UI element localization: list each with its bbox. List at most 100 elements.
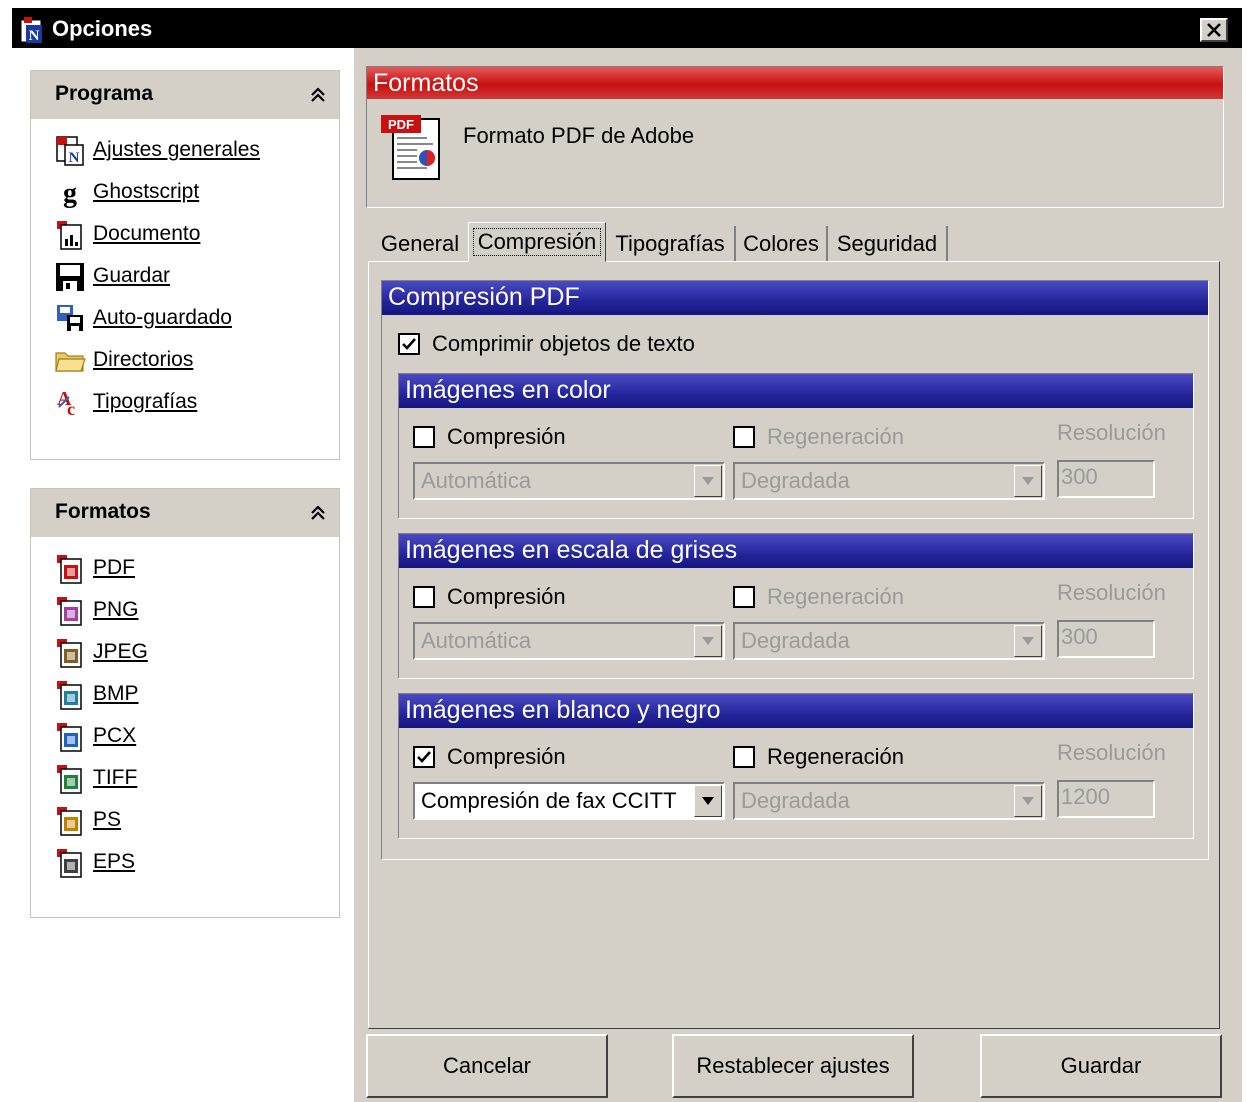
sidebar-item-guardar[interactable]: Guardar [53,259,170,293]
tab-tipografias[interactable]: Tipografías [606,226,736,262]
compress-text-option[interactable]: Comprimir objetos de texto [398,331,695,357]
tab-general[interactable]: General [372,226,470,262]
dropdown-button [694,465,722,497]
dropdown-arrow-icon [1022,797,1034,805]
cancel-button[interactable]: Cancelar [366,1034,608,1098]
image-group-header: Imágenes en escala de grises [399,534,1193,568]
compression-option[interactable]: Compresión [413,744,566,770]
sidebar-item-auto-guardado[interactable]: Auto-guardado [53,301,232,335]
app-icon: N [20,17,44,44]
sidebar-item-label: Documento [93,222,201,245]
dropdown-button [1014,785,1042,817]
regeneration-label: Regeneración [767,744,904,769]
compression-option[interactable]: Compresión [413,584,566,610]
sidebar-item-label: PNG [93,598,139,621]
document-icon [53,217,87,251]
tab-compresion[interactable]: Compresión [468,222,606,262]
save-button[interactable]: Guardar [980,1034,1222,1098]
compression-tab-body: Compresión PDF Comprimir objetos de text… [368,261,1220,1029]
sidebar-item-ajustes-generales[interactable]: N Ajustes generales [53,133,260,167]
pdf-document-icon: PDF [379,113,445,183]
resolution-input: 1200 [1057,780,1155,818]
format-panel-title: Formatos [373,69,479,97]
sidebar-item-label: Tipografías [93,390,198,413]
format-subtitle: Formato PDF de Adobe [463,123,695,148]
compression-method-select: Automática [413,462,725,500]
image-group-title: Imágenes en blanco y negro [405,696,721,724]
sidebar-item-ghostscript[interactable]: g Ghostscript [53,175,199,209]
resolution-value: 300 [1061,464,1098,489]
programa-header[interactable]: Programa [31,71,339,119]
sidebar: Programa N Ajustes generales g Ghostscri… [12,48,354,1102]
sidebar-item-bmp[interactable]: BMP [53,677,139,711]
svg-text:g: g [63,178,77,209]
sidebar-item-pdf[interactable]: PDF [53,551,135,585]
tab-seguridad[interactable]: Seguridad [828,226,948,262]
pdf-compression-title: Compresión PDF [388,283,580,311]
format-info-panel: Formatos PDF Formato PDF de Adobe [366,66,1224,208]
dropdown-arrow-icon [1022,477,1034,485]
formatos-header[interactable]: Formatos [31,489,339,537]
main-panel: Formatos PDF Formato PDF de Adobe Genera… [354,48,1242,1102]
close-icon [1207,23,1221,37]
compression-checkbox[interactable] [413,426,435,448]
sidebar-item-pcx[interactable]: PCX [53,719,136,753]
sidebar-item-label: Ghostscript [93,180,200,203]
collapse-chevron-icon[interactable] [309,85,327,105]
resolution-label: Resolución [1057,580,1166,605]
regeneration-option: Regeneración [733,584,904,610]
sidebar-item-label: PCX [93,724,137,747]
tab-label: General [380,231,460,256]
regeneration-option[interactable]: Regeneración [733,744,904,770]
options-window: N Opciones Programa N Ajustes generales … [12,8,1242,1102]
sidebar-item-jpeg[interactable]: JPEG [53,635,148,669]
autosave-icon [53,301,87,335]
sidebar-item-directorios[interactable]: Directorios [53,343,193,377]
sidebar-item-eps[interactable]: EPS [53,845,135,879]
checkmark-icon [402,338,416,350]
dropdown-button [694,625,722,657]
programa-section: Programa N Ajustes generales g Ghostscri… [30,70,340,460]
resolution-input: 300 [1057,460,1155,498]
resolution-label: Resolución [1057,420,1166,445]
sidebar-item-documento[interactable]: Documento [53,217,200,251]
tab-label: Compresión [472,228,602,256]
reset-settings-button[interactable]: Restablecer ajustes [672,1034,914,1098]
formatos-title: Formatos [55,500,151,523]
sidebar-item-label: Ajustes generales [93,138,260,161]
sidebar-item-ps[interactable]: PS [53,803,121,837]
sidebar-item-label: Directorios [93,348,194,371]
compression-method-value: Compresión de fax CCITT [421,788,677,813]
title-bar[interactable]: N Opciones [12,8,1242,48]
fonts-icon: Ac [53,385,87,419]
regeneration-option: Regeneración [733,424,904,450]
sidebar-item-label: Guardar [93,264,171,287]
compression-method-select[interactable]: Compresión de fax CCITT [413,782,725,820]
downsample-value: Degradada [741,468,850,493]
svg-text:N: N [69,150,80,166]
sidebar-item-label: PDF [93,556,135,579]
collapse-chevron-icon[interactable] [309,503,327,523]
checkmark-icon [417,751,431,763]
formatos-section: Formatos PDF PNG JPEG BMP PCX TIFF PS EPS [30,488,340,918]
compress-text-label: Comprimir objetos de texto [432,331,695,356]
compression-checkbox[interactable] [413,586,435,608]
sidebar-item-tipografias[interactable]: Ac Tipografías [53,385,197,419]
dropdown-arrow-icon [702,637,714,645]
compression-option[interactable]: Compresión [413,424,566,450]
sidebar-item-png[interactable]: PNG [53,593,139,627]
compress-text-checkbox[interactable] [398,333,420,355]
dropdown-arrow-icon [1022,637,1034,645]
close-button[interactable] [1200,18,1228,42]
window-title: Opciones [52,16,153,41]
compression-checkbox[interactable] [413,746,435,768]
regeneration-checkbox [733,426,755,448]
ps-file-icon [53,803,87,837]
sidebar-item-tiff[interactable]: TIFF [53,761,137,795]
downsample-value: Degradada [741,788,850,813]
regeneration-checkbox[interactable] [733,746,755,768]
tab-colores[interactable]: Colores [736,226,828,262]
dropdown-arrow-icon [702,797,714,805]
dropdown-button[interactable] [694,785,722,817]
save-icon [53,259,87,293]
